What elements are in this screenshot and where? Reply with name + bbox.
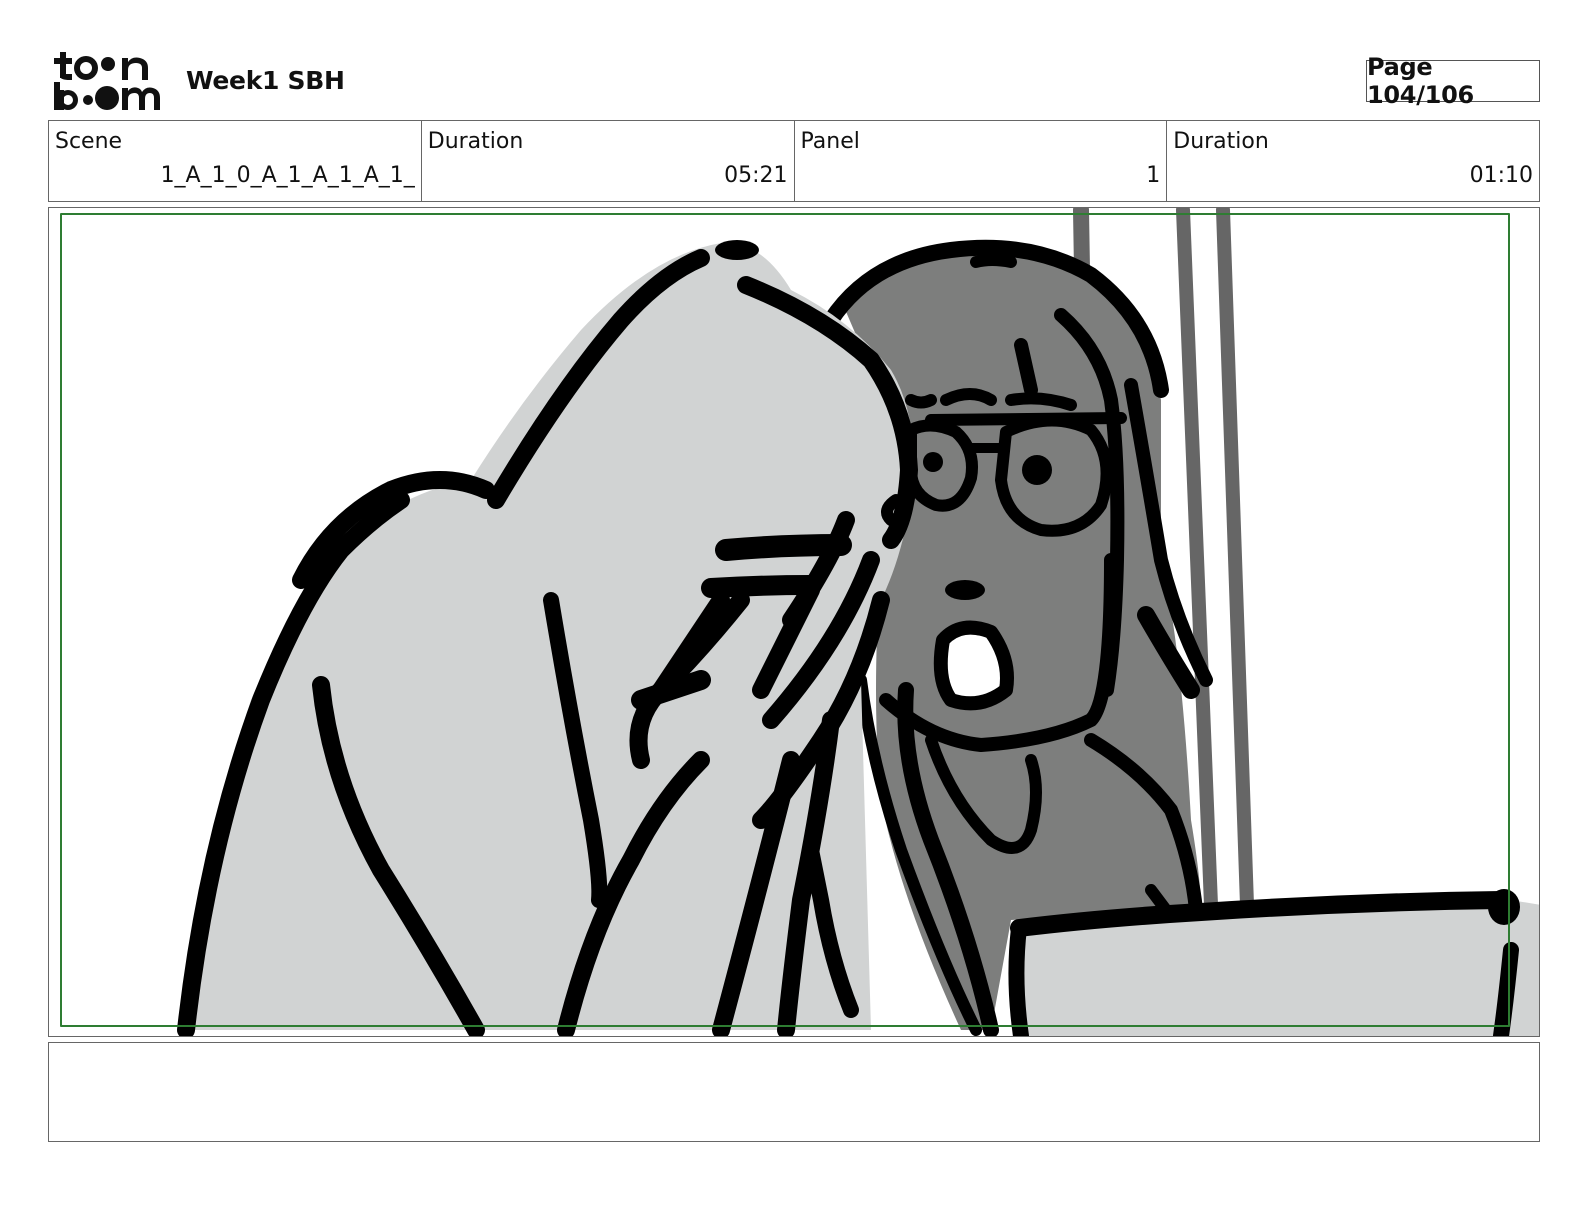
panel-duration-value: 01:10 bbox=[1469, 163, 1533, 188]
project-title: Week1 SBH bbox=[186, 66, 345, 95]
scene-label: Scene bbox=[55, 129, 123, 154]
storyboard-sketch bbox=[60, 208, 1539, 1036]
panel-label: Panel bbox=[800, 129, 860, 154]
panel-duration-label: Duration bbox=[1173, 129, 1269, 154]
panel-notes-box bbox=[48, 1042, 1540, 1142]
toonboom-logo-icon bbox=[54, 52, 160, 110]
storyboard-panel bbox=[48, 207, 1540, 1037]
hugging-figure bbox=[177, 240, 937, 1036]
panel-notes-text bbox=[49, 1043, 1539, 1059]
panel-info-table: Scene 1_A_1_0_A_1_A_1_A_1_ Duration 05:2… bbox=[48, 120, 1540, 202]
scene-duration-label: Duration bbox=[427, 129, 524, 154]
toonboom-logo bbox=[52, 50, 164, 112]
panel-duration-cell: Duration 01:10 bbox=[1167, 121, 1539, 201]
panel-cell: Panel 1 bbox=[795, 121, 1168, 201]
panel-value: 1 bbox=[1146, 163, 1161, 188]
foreground-arm bbox=[1008, 889, 1539, 1036]
page-indicator: Page 104/106 bbox=[1366, 53, 1540, 109]
scene-duration-cell: Duration 05:21 bbox=[422, 121, 795, 201]
scene-cell: Scene 1_A_1_0_A_1_A_1_A_1_ bbox=[49, 121, 422, 201]
scene-value: 1_A_1_0_A_1_A_1_A_1_ bbox=[160, 163, 415, 188]
scene-duration-value: 05:21 bbox=[724, 163, 788, 188]
